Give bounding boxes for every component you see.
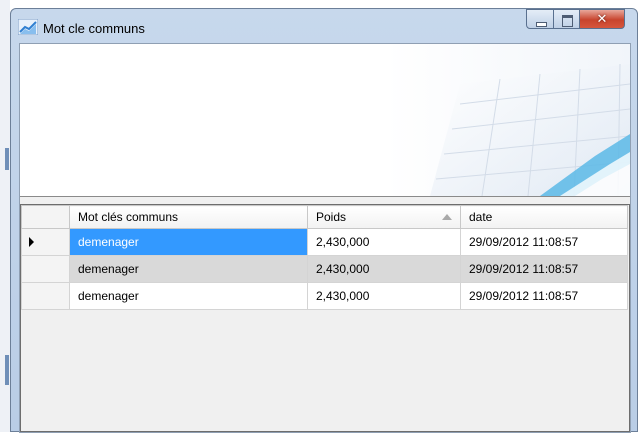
column-label: date xyxy=(469,210,493,224)
background-mark xyxy=(5,355,9,385)
column-header-poids[interactable]: Poids xyxy=(307,205,461,229)
desktop-background-strip xyxy=(0,0,10,432)
maximize-button[interactable] xyxy=(553,9,580,29)
minimize-icon xyxy=(536,22,547,27)
data-grid[interactable]: Mot clés communs Poids date demenager 2,… xyxy=(20,204,630,432)
main-window: Mot cle communs ✕ Mot clés communs Poids… xyxy=(10,8,638,433)
minimize-button[interactable] xyxy=(526,9,554,29)
cell-mot[interactable]: demenager xyxy=(69,228,308,256)
cell-poids[interactable]: 2,430,000 xyxy=(307,255,461,283)
close-icon: ✕ xyxy=(596,11,608,26)
header-row: Mot clés communs Poids date xyxy=(21,205,628,229)
column-header-mot[interactable]: Mot clés communs xyxy=(69,205,308,229)
column-header-date[interactable]: date xyxy=(460,205,628,229)
table-row[interactable]: demenager 2,430,000 29/09/2012 11:08:57 xyxy=(21,228,628,256)
row-header[interactable] xyxy=(21,255,70,283)
row-header[interactable] xyxy=(21,282,70,310)
banner-graph-decoration xyxy=(430,63,630,196)
column-label: Mot clés communs xyxy=(78,210,179,224)
cell-poids[interactable]: 2,430,000 xyxy=(307,282,461,310)
chart-banner xyxy=(20,44,630,197)
current-row-arrow-icon xyxy=(29,237,34,247)
title-bar[interactable]: Mot cle communs ✕ xyxy=(11,9,637,43)
cell-date[interactable]: 29/09/2012 11:08:57 xyxy=(460,282,628,310)
close-button[interactable]: ✕ xyxy=(579,9,625,29)
results-table: Mot clés communs Poids date demenager 2,… xyxy=(21,205,628,310)
cell-mot[interactable]: demenager xyxy=(69,255,308,283)
client-area: Mot clés communs Poids date demenager 2,… xyxy=(19,43,631,433)
window-title: Mot cle communs xyxy=(43,21,145,36)
cell-poids[interactable]: 2,430,000 xyxy=(307,228,461,256)
table-row[interactable]: demenager 2,430,000 29/09/2012 11:08:57 xyxy=(21,255,628,283)
app-chart-icon xyxy=(18,19,38,35)
cell-date[interactable]: 29/09/2012 11:08:57 xyxy=(460,228,628,256)
table-row[interactable]: demenager 2,430,000 29/09/2012 11:08:57 xyxy=(21,282,628,310)
maximize-icon xyxy=(562,15,573,27)
background-mark xyxy=(5,148,9,170)
column-label: Poids xyxy=(316,210,347,224)
cell-date[interactable]: 29/09/2012 11:08:57 xyxy=(460,255,628,283)
corner-header[interactable] xyxy=(21,205,70,229)
cell-mot[interactable]: demenager xyxy=(69,282,308,310)
sort-ascending-icon xyxy=(442,214,452,220)
row-header[interactable] xyxy=(21,228,70,256)
